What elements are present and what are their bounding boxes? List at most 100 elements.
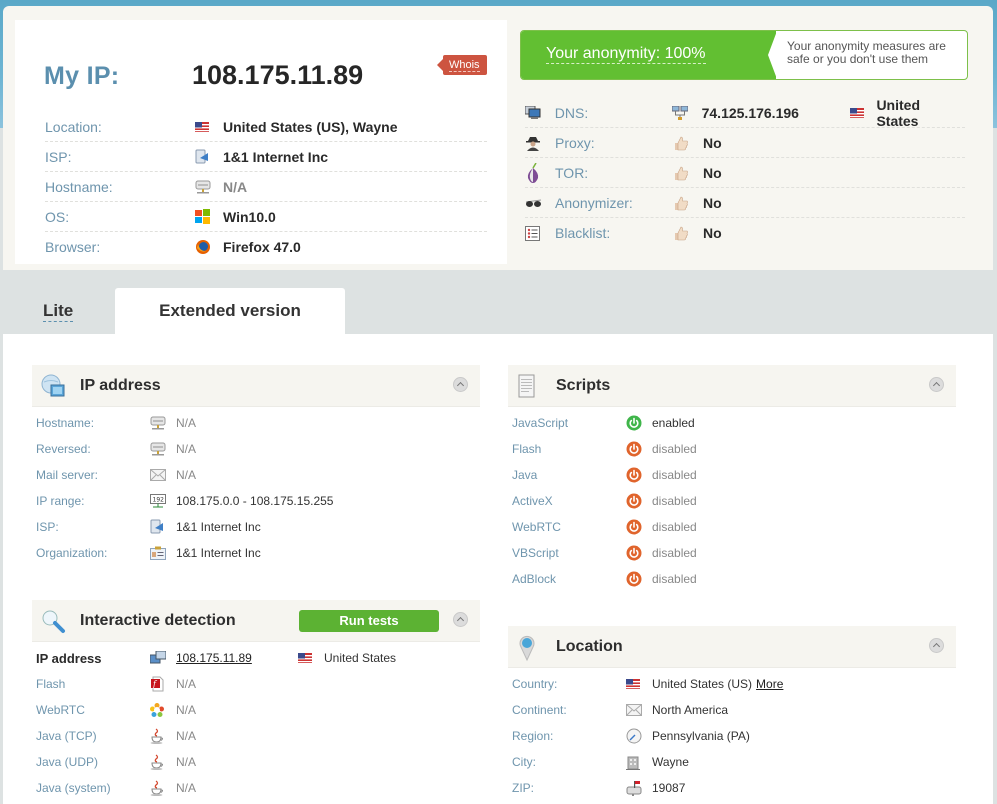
java-udp-label: Java (UDP) bbox=[36, 755, 99, 769]
dns-value: 74.125.176.196 bbox=[701, 104, 799, 121]
envelope-icon bbox=[150, 469, 176, 481]
list-item: Continent: North America bbox=[508, 697, 956, 723]
compass-icon bbox=[626, 728, 652, 744]
browser-value: Firefox 47.0 bbox=[223, 239, 301, 255]
zip-value: 19087 bbox=[652, 781, 686, 795]
list-item: Java (TCP) N/A bbox=[32, 723, 480, 749]
list-item: Java (UDP) N/A bbox=[32, 749, 480, 775]
list-item: VBScript disabled bbox=[508, 540, 956, 566]
java-tcp-label: Java (TCP) bbox=[36, 729, 97, 743]
tab-extended-version[interactable]: Extended version bbox=[115, 288, 345, 334]
my-ip-label: My IP: bbox=[44, 62, 120, 90]
dns-country: United States bbox=[850, 97, 965, 129]
anonymity-score-link[interactable]: Your anonymity: 100% bbox=[546, 45, 706, 64]
summary-row-os: OS: Win10.0 bbox=[45, 202, 487, 232]
mail-server-value: N/A bbox=[176, 468, 197, 482]
network-computers-icon bbox=[150, 651, 176, 665]
map-pin-icon bbox=[516, 634, 538, 662]
reversed-value: N/A bbox=[176, 442, 197, 456]
region-value: Pennsylvania (PA) bbox=[652, 729, 750, 743]
list-item: Flash f N/A bbox=[32, 671, 480, 697]
anonymizer-value: No bbox=[703, 194, 722, 211]
collapse-ip-address-button[interactable] bbox=[453, 377, 468, 392]
webrtc-label: WebRTC bbox=[36, 703, 85, 717]
dns-server-icon bbox=[671, 105, 702, 120]
script-status: disabled bbox=[652, 572, 697, 586]
country-value: United States (US) bbox=[652, 677, 753, 691]
more-link[interactable]: More bbox=[756, 677, 783, 691]
script-name: AdBlock bbox=[512, 572, 557, 586]
city-label: City: bbox=[512, 755, 536, 769]
flash-value: N/A bbox=[176, 677, 197, 691]
hostname-label: Hostname: bbox=[36, 416, 95, 430]
ip-range-icon: 192 bbox=[150, 494, 176, 508]
summary-row-browser: Browser: Firefox 47.0 bbox=[45, 232, 487, 262]
scripts-header: Scripts bbox=[508, 365, 956, 407]
anonymity-list: DNS: 74.125.176.196 United States Proxy:… bbox=[525, 97, 965, 248]
detected-country: United States bbox=[324, 651, 397, 665]
whois-button[interactable]: Whois bbox=[437, 55, 487, 75]
tor-value: No bbox=[703, 164, 722, 181]
flash-label: Flash bbox=[36, 677, 66, 691]
scripts-title: Scripts bbox=[556, 377, 611, 394]
ip-address-header: IP address bbox=[32, 365, 480, 407]
whois-label: Whois bbox=[449, 59, 480, 72]
power-off-icon bbox=[626, 545, 652, 561]
list-item: Country: United States (US) More bbox=[508, 671, 956, 697]
server-icon bbox=[150, 416, 176, 430]
power-off-icon bbox=[626, 519, 652, 535]
firefox-icon bbox=[195, 239, 223, 255]
list-item: AdBlock disabled bbox=[508, 566, 956, 592]
interactive-detection-header: Interactive detection Run tests bbox=[32, 600, 480, 642]
building-icon bbox=[626, 755, 652, 770]
anon-row-dns: DNS: 74.125.176.196 United States bbox=[525, 97, 965, 129]
tab-lite[interactable]: Lite bbox=[43, 301, 74, 322]
ip-address-label: IP address bbox=[36, 650, 102, 666]
java-cup-icon bbox=[150, 728, 176, 744]
run-tests-button[interactable]: Run tests bbox=[299, 610, 439, 632]
ip-range-value: 108.175.0.0 - 108.175.15.255 bbox=[176, 494, 334, 508]
detected-ip-link[interactable]: 108.175.11.89 bbox=[176, 651, 298, 665]
isp-label: ISP: bbox=[36, 520, 59, 534]
collapse-interactive-button[interactable] bbox=[453, 612, 468, 627]
list-item: Mail server: N/A bbox=[32, 462, 480, 488]
blacklist-value: No bbox=[703, 225, 722, 241]
script-name: WebRTC bbox=[512, 520, 561, 534]
anon-row-anonymizer: Anonymizer: No bbox=[525, 188, 965, 218]
collapse-location-button[interactable] bbox=[929, 638, 944, 653]
anon-row-proxy: Proxy: No bbox=[525, 128, 965, 158]
reversed-label: Reversed: bbox=[36, 442, 91, 456]
organization-card-icon bbox=[150, 546, 176, 560]
flash-icon: f bbox=[150, 676, 176, 692]
java-cup-icon bbox=[150, 754, 176, 770]
us-flag-icon bbox=[626, 679, 652, 689]
script-document-icon bbox=[516, 373, 538, 399]
list-item: WebRTC disabled bbox=[508, 514, 956, 540]
organization-label: Organization: bbox=[36, 546, 108, 560]
hostname-value: N/A bbox=[223, 178, 248, 195]
server-icon bbox=[150, 442, 176, 456]
city-value: Wayne bbox=[652, 755, 689, 769]
list-item: JavaScript enabled bbox=[508, 410, 956, 436]
organization-value: 1&1 Internet Inc bbox=[176, 546, 261, 560]
isp-label: ISP: bbox=[45, 148, 72, 165]
java-system-label: Java (system) bbox=[36, 781, 111, 795]
extended-panel: IP address Hostname: N/A Reversed: N/A M… bbox=[3, 334, 993, 804]
java-tcp-value: N/A bbox=[176, 729, 197, 743]
thumbs-up-icon bbox=[673, 195, 703, 211]
ip-range-label: IP range: bbox=[36, 494, 85, 508]
magnifier-icon bbox=[40, 608, 66, 634]
location-title: Location bbox=[556, 638, 623, 655]
dns-label: DNS: bbox=[554, 104, 589, 121]
anonymizer-glasses-icon bbox=[525, 198, 555, 208]
java-system-value: N/A bbox=[176, 781, 197, 795]
summary-row-hostname: Hostname: N/A bbox=[45, 172, 487, 202]
interactive-detection-title: Interactive detection bbox=[80, 612, 236, 629]
power-off-icon bbox=[626, 493, 652, 509]
collapse-scripts-button[interactable] bbox=[929, 377, 944, 392]
location-label: Location: bbox=[45, 118, 102, 135]
ip-address-section: IP address Hostname: N/A Reversed: N/A M… bbox=[32, 365, 480, 566]
thumbs-up-icon bbox=[673, 225, 703, 241]
envelope-icon bbox=[626, 704, 652, 716]
summary-row-isp: ISP: 1&1 Internet Inc bbox=[45, 142, 487, 172]
